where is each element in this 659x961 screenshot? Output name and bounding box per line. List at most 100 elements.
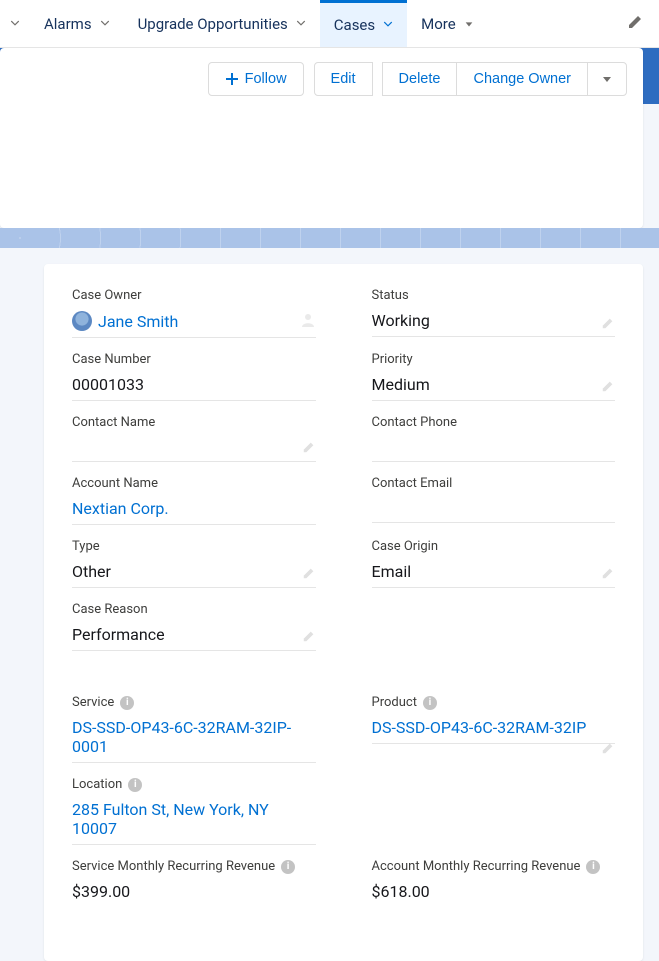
caret-down-icon [601,73,613,85]
field-value-text: 00001033 [72,375,144,394]
header-card: Follow Edit Delete Change Owner [0,48,643,228]
field-label: Type [72,539,316,554]
field: Service Monthly Recurring Revenuei $399.… [72,859,316,907]
nav-overflow-left[interactable] [0,0,30,47]
field: Servicei DS-SSD-OP43-6C-32RAM-32IP-0001 [72,695,316,763]
info-icon[interactable]: i [281,860,295,874]
field: Status Working [372,288,616,338]
field-label: Contact Name [72,415,316,430]
field: Contact Name [72,415,316,462]
field-value-text: Performance [72,625,165,644]
pattern-divider [0,228,659,248]
field-label: Status [372,288,616,303]
field-label: Contact Email [372,476,616,491]
field: Priority Medium [372,352,616,401]
field-value-text[interactable]: DS-SSD-OP43-6C-32RAM-32IP-0001 [72,718,316,756]
field-value: Jane Smith [72,307,316,338]
field: Producti DS-SSD-OP43-6C-32RAM-32IP [372,695,616,763]
edit-nav-button[interactable] [611,14,659,34]
field-label: Case Reason [72,602,316,617]
info-icon[interactable]: i [128,778,142,792]
delete-button[interactable]: Delete [382,62,458,96]
field: Case Origin Email [372,539,616,588]
field-value-text: Email [372,562,412,581]
avatar [72,311,92,331]
change-owner-button[interactable]: Change Owner [456,62,588,96]
chevron-down-icon [296,19,306,29]
pencil-icon[interactable] [302,440,316,454]
info-icon[interactable]: i [586,860,600,874]
field-value: Medium [372,371,616,401]
field-label: Case Owner [72,288,316,303]
nav-tab-upgrade-opportunities[interactable]: Upgrade Opportunities [124,0,320,47]
button-label: Follow [245,71,287,87]
pencil-icon[interactable] [302,629,316,643]
field-label: Servicei [72,695,316,710]
record-actions: Follow Edit Delete Change Owner [16,62,627,96]
top-nav: Alarms Upgrade Opportunities Cases More [0,0,659,48]
field-label: Priority [372,352,616,367]
field-value: Performance [72,621,316,651]
chevron-down-icon [100,19,110,29]
field-value-text[interactable]: DS-SSD-OP43-6C-32RAM-32IP [372,718,587,737]
field-value-text: $618.00 [372,882,430,901]
chevron-down-icon [383,20,393,30]
field: Account Monthly Recurring Revenuei $618.… [372,859,616,907]
info-icon[interactable]: i [120,696,134,710]
pencil-icon[interactable] [302,566,316,580]
field-label: Case Origin [372,539,616,554]
field-value: Email [372,558,616,588]
field: Contact Email [372,476,616,525]
chevron-down-icon [10,19,20,29]
nav-label: Alarms [44,15,92,33]
field: Case Reason Performance [72,602,316,651]
field: Type Other [72,539,316,588]
field-value [372,434,616,462]
nav-tab-cases[interactable]: Cases [320,0,407,47]
field-label: Case Number [72,352,316,367]
caret-down-icon [464,19,474,29]
field-value-text: Other [72,562,111,581]
field-value: DS-SSD-OP43-6C-32RAM-32IP-0001 [72,714,316,763]
pencil-icon[interactable] [601,316,615,330]
field-value-text[interactable]: Nextian Corp. [72,499,169,518]
field-value: 285 Fulton St, New York, NY 10007 [72,796,316,845]
info-icon[interactable]: i [423,696,437,710]
field: Case Owner Jane Smith [72,288,316,338]
nav-label: Upgrade Opportunities [138,15,288,33]
follow-button[interactable]: Follow [208,62,304,96]
field-value: 00001033 [72,371,316,401]
field-label: Service Monthly Recurring Revenuei [72,859,316,874]
field-label: Producti [372,695,616,710]
field: Locationi 285 Fulton St, New York, NY 10… [72,777,316,845]
field-value-text: Medium [372,375,430,394]
field: Case Number 00001033 [72,352,316,401]
field-value: $618.00 [372,878,616,907]
pencil-icon[interactable] [601,741,615,755]
field-value-text[interactable]: Jane Smith [98,312,178,331]
field-value [372,495,616,523]
plus-icon [225,72,239,86]
more-actions-button[interactable] [587,62,627,96]
field-value: Other [72,558,316,588]
button-label: Change Owner [473,71,571,87]
field-value-text: $399.00 [72,882,130,901]
pencil-icon [627,14,643,30]
button-label: Edit [331,71,356,87]
field-value [72,434,316,462]
field-value: DS-SSD-OP43-6C-32RAM-32IP [372,714,616,744]
nav-tab-alarms[interactable]: Alarms [30,0,124,47]
field: Account Name Nextian Corp. [72,476,316,525]
field-value-text[interactable]: 285 Fulton St, New York, NY 10007 [72,800,316,838]
nav-tab-more[interactable]: More [407,0,488,47]
edit-button[interactable]: Edit [314,62,373,96]
detail-panel: Case Owner Jane Smith Status Working Cas… [44,264,643,961]
action-button-group: Edit Delete Change Owner [314,62,627,96]
pencil-icon[interactable] [601,379,615,393]
pencil-icon[interactable] [601,566,615,580]
field-value: $399.00 [72,878,316,907]
field-value-text: Working [372,311,430,330]
person-icon [300,312,316,328]
field-label: Account Monthly Recurring Revenuei [372,859,616,874]
field: Contact Phone [372,415,616,462]
